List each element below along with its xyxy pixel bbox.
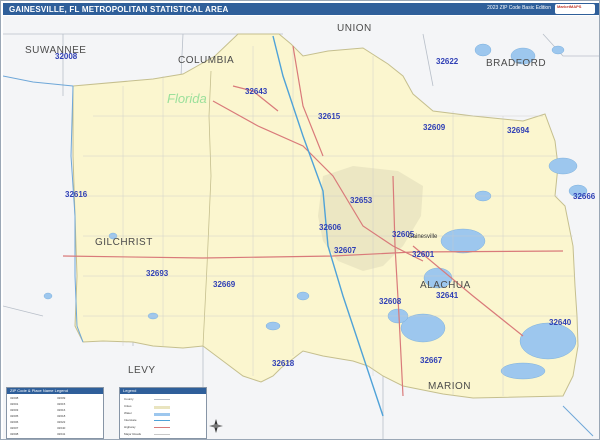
county-label-bradford: BRADFORD [486,58,546,69]
zip-legend-entry: 32607 [10,426,19,430]
zip-legend-title: ZIP Code & Place Name Legend [10,388,68,393]
legend-item-label: Cities [124,404,132,408]
legend-item-label: Highway [124,425,136,429]
city-label-gainesville: Gainesville [408,234,438,240]
zip-legend-panel: ZIP Code & Place Name Legend 32008 32609 … [6,387,104,439]
legend-item-label: County [124,397,134,401]
map-legend-panel: Legend County Cities Water Interstate Hi… [119,387,207,439]
county-label-columbia: COLUMBIA [178,55,234,66]
zip-label[interactable]: 32653 [350,196,373,205]
zip-label[interactable]: 32618 [272,359,295,368]
zip-legend-header: ZIP Code & Place Name Legend [7,388,103,394]
county-label-marion: MARION [428,381,471,392]
zip-label[interactable]: 32608 [379,297,402,306]
legend-highway-swatch [154,427,170,428]
map-legend-title: Legend [123,388,137,393]
zip-legend-entry: 32615 [57,402,66,406]
title-bar: GAINESVILLE, FL METROPOLITAN STATISTICAL… [3,3,599,15]
north-arrow-icon [209,419,223,433]
legend-water-swatch [154,413,170,416]
zip-label[interactable]: 32606 [319,223,342,232]
legend-city-swatch [154,406,170,409]
legend-item-label: Major Roads [124,432,142,436]
zip-label[interactable]: 32666 [573,192,596,201]
map-canvas[interactable]: Florida SUWANNEE COLUMBIA UNION BRADFORD… [3,16,599,439]
zip-legend-entry: 32601 [10,402,19,406]
zip-label[interactable]: 32643 [245,87,268,96]
zip-label[interactable]: 32601 [412,250,435,259]
legend-item-label: Interstate [124,418,137,422]
zip-label[interactable]: 32693 [146,269,169,278]
zip-legend-entry: 32605 [10,414,19,418]
map-legend-header: Legend [120,388,206,394]
zip-label[interactable]: 32641 [436,291,459,300]
zip-legend-entry: 32641 [57,432,66,436]
zip-label[interactable]: 32616 [65,190,88,199]
county-label-union: UNION [337,23,372,34]
zip-label[interactable]: 32615 [318,112,341,121]
edition-label: 2023 ZIP Code Basic Edition [487,5,551,11]
zip-legend-entry: 32608 [10,432,19,436]
county-label-levy: LEVY [128,365,156,376]
zip-label[interactable]: 32622 [436,57,459,66]
legend-county-swatch [154,399,170,400]
zip-legend-entry: 32640 [57,426,66,430]
zip-legend-entry: 32008 [10,396,19,400]
zip-legend-entry: 32616 [57,408,66,412]
zip-label[interactable]: 32667 [420,356,443,365]
map-title: GAINESVILLE, FL METROPOLITAN STATISTICAL… [9,5,229,14]
zip-label[interactable]: 32609 [423,123,446,132]
zip-legend-entry: 32609 [57,396,66,400]
zip-label[interactable]: 32694 [507,126,530,135]
zip-legend-entry: 32618 [57,414,66,418]
zip-legend-entry: 32606 [10,420,19,424]
zip-label[interactable]: 32008 [55,52,78,61]
publisher-logo: MarketMAPS [555,4,595,14]
state-label: Florida [167,91,207,106]
map-frame: GAINESVILLE, FL METROPOLITAN STATISTICAL… [0,0,600,440]
legend-road-swatch [154,434,170,435]
legend-interstate-swatch [154,420,170,421]
zip-label[interactable]: 32669 [213,280,236,289]
zip-legend-entry: 32603 [10,408,19,412]
zip-legend-entry: 32622 [57,420,66,424]
logo-text: MarketMAPS [557,4,582,9]
legend-item-label: Water [124,411,132,415]
county-label-alachua: ALACHUA [420,280,471,291]
zip-label[interactable]: 32607 [334,246,357,255]
zip-label[interactable]: 32640 [549,318,572,327]
county-label-gilchrist: GILCHRIST [95,237,153,248]
